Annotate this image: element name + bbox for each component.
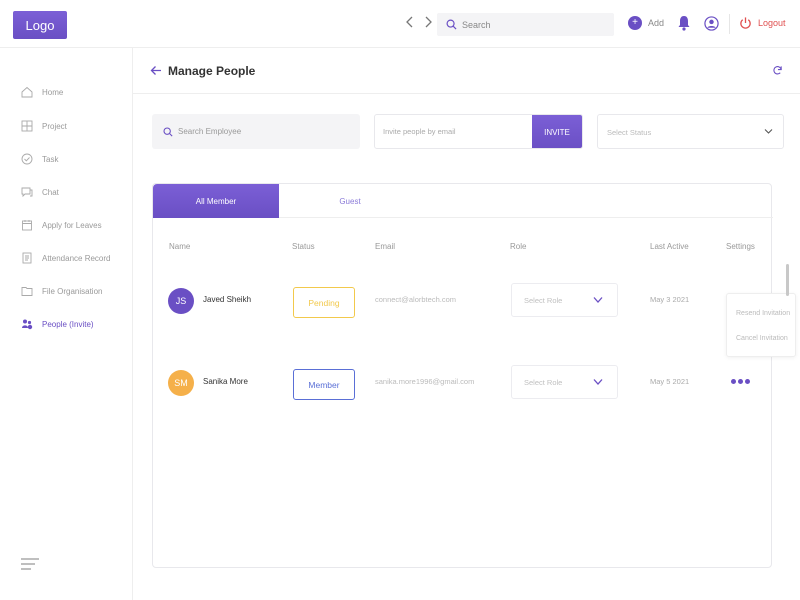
- last-active: May 3 2021: [650, 295, 690, 304]
- tab-all-member[interactable]: All Member: [153, 184, 279, 218]
- status-badge: Member: [293, 369, 355, 400]
- role-select[interactable]: Select Role: [511, 365, 618, 399]
- calendar-icon: [22, 220, 32, 231]
- column-header-name: Name: [169, 242, 191, 251]
- sidebar-item-file-organisation[interactable]: File Organisation: [21, 285, 102, 297]
- sidebar-item-chat[interactable]: Chat: [21, 186, 59, 198]
- chevron-down-icon: [593, 297, 603, 303]
- sidebar-item-label: Task: [42, 154, 59, 164]
- status-select-placeholder: Select Status: [607, 128, 652, 137]
- hamburger-menu-icon[interactable]: [21, 558, 39, 570]
- employee-search-placeholder: Search Employee: [178, 127, 242, 136]
- folder-icon: [21, 287, 33, 296]
- sidebar-item-project[interactable]: Project: [21, 120, 67, 132]
- member-email: connect@alorbtech.com: [375, 295, 456, 304]
- refresh-icon[interactable]: [772, 65, 783, 76]
- more-options-icon[interactable]: [731, 379, 750, 384]
- column-header-role: Role: [510, 242, 527, 251]
- add-label: Add: [648, 18, 665, 28]
- resend-invitation-option[interactable]: Resend Invitation: [736, 310, 790, 317]
- member-email: sanika.more1996@gmail.com: [375, 377, 475, 386]
- power-icon: [740, 17, 751, 29]
- sidebar-item-apply-for-leaves[interactable]: Apply for Leaves: [21, 219, 102, 231]
- search-icon: [163, 126, 173, 137]
- sidebar-item-label: Attendance Record: [42, 253, 111, 263]
- member-name: Sanika More: [203, 377, 248, 386]
- avatar: JS: [168, 288, 194, 314]
- check-circle-icon: [21, 153, 33, 165]
- chevron-right-icon[interactable]: [423, 16, 433, 28]
- invite-button[interactable]: INVITE: [532, 115, 582, 148]
- search-icon: [446, 19, 457, 30]
- sidebar-item-label: Chat: [42, 187, 59, 197]
- invite-email-input[interactable]: Invite people by email: [383, 127, 456, 136]
- page-title-row: Manage People: [133, 48, 800, 94]
- sidebar-item-people-invite[interactable]: People (Invite): [21, 318, 94, 330]
- search-input[interactable]: Search: [437, 13, 614, 36]
- grid-icon: [21, 120, 33, 132]
- column-header-status: Status: [292, 242, 315, 251]
- member-tabs: All Member Guest: [153, 184, 773, 218]
- column-header-last-active: Last Active: [650, 242, 689, 251]
- role-select-placeholder: Select Role: [524, 296, 563, 305]
- sidebar-item-label: People (Invite): [42, 319, 94, 329]
- avatar: SM: [168, 370, 194, 396]
- cancel-invitation-option[interactable]: Cancel Invitation: [736, 335, 788, 342]
- search-placeholder: Search: [462, 19, 491, 30]
- sidebar-item-task[interactable]: Task: [21, 153, 58, 165]
- column-header-email: Email: [375, 242, 396, 251]
- logout-label: Logout: [758, 18, 786, 28]
- role-select[interactable]: Select Role: [511, 283, 618, 317]
- settings-dropdown: Resend Invitation Cancel Invitation: [726, 293, 796, 357]
- status-select[interactable]: Select Status: [597, 114, 784, 149]
- invite-form: Invite people by email INVITE: [374, 114, 583, 149]
- sidebar-item-label: Apply for Leaves: [42, 220, 102, 230]
- column-header-settings: Settings: [726, 242, 755, 251]
- scrollbar-thumb[interactable]: [786, 264, 789, 296]
- chevron-left-icon[interactable]: [405, 16, 415, 28]
- home-icon: [21, 86, 33, 98]
- members-card: All Member Guest: [152, 183, 773, 568]
- chevron-down-icon: [764, 129, 773, 134]
- back-arrow-icon[interactable]: [150, 65, 162, 76]
- add-button[interactable]: + Add: [628, 16, 664, 30]
- nav-arrows: [405, 16, 433, 28]
- status-badge: Pending: [293, 287, 355, 318]
- sidebar-item-label: Project: [42, 121, 67, 131]
- sidebar-item-label: File Organisation: [42, 286, 103, 296]
- document-icon: [22, 252, 32, 264]
- profile-icon[interactable]: [704, 16, 719, 31]
- employee-search-input[interactable]: Search Employee: [152, 114, 360, 149]
- last-active: May 5 2021: [650, 377, 690, 386]
- sidebar-item-attendance-record[interactable]: Attendance Record: [21, 252, 111, 264]
- logo[interactable]: Logo: [13, 11, 67, 39]
- sidebar-item-label: Home: [42, 87, 64, 97]
- chevron-down-icon: [593, 379, 603, 385]
- plus-icon: +: [628, 16, 642, 30]
- page-title: Manage People: [168, 64, 256, 78]
- header-divider: [729, 14, 730, 34]
- people-icon: [22, 319, 33, 330]
- bell-icon[interactable]: [677, 15, 691, 31]
- logout-button[interactable]: Logout: [739, 16, 786, 30]
- role-select-placeholder: Select Role: [524, 378, 563, 387]
- chat-icon: [21, 187, 33, 198]
- top-header: Logo Search + Add Logout: [0, 0, 800, 48]
- tab-guest[interactable]: Guest: [279, 184, 421, 218]
- member-name: Javed Sheikh: [203, 295, 252, 304]
- sidebar-item-home[interactable]: Home: [21, 86, 63, 98]
